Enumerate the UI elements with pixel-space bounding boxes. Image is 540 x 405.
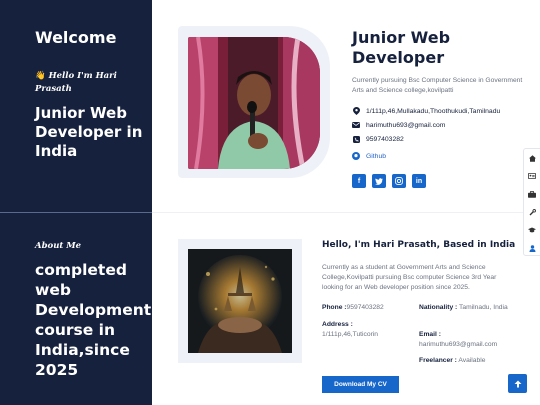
role-heading: Junior Web Developer in India xyxy=(35,104,143,160)
phone-row: 9597403282 xyxy=(352,135,532,143)
social-links: f in xyxy=(352,174,426,188)
about-title: Hello, I'm Hari Prasath, Based in India xyxy=(322,240,516,250)
twitter-icon[interactable] xyxy=(372,174,386,188)
instagram-icon[interactable] xyxy=(392,174,406,188)
facebook-icon[interactable]: f xyxy=(352,174,366,188)
section-divider xyxy=(152,212,540,213)
graduation-cap-icon[interactable] xyxy=(524,221,540,239)
phone-field-label: Phone : xyxy=(322,304,347,311)
briefcase-icon[interactable] xyxy=(524,185,540,203)
profile-photo xyxy=(188,37,320,169)
download-cv-button[interactable]: Download My CV xyxy=(322,376,399,393)
side-nav xyxy=(523,148,540,256)
phone-field-value: 9597403282 xyxy=(346,304,384,311)
address-field: Address : 1/111p,46,Tuticorin xyxy=(322,320,402,340)
github-icon xyxy=(352,152,360,160)
email-row: harimuthu693@gmail.com xyxy=(352,121,532,129)
hero-description: Currently pursuing Bsc Computer Science … xyxy=(352,77,523,94)
arrow-up-icon xyxy=(514,375,522,393)
left-panel: Welcome 👋 Hello I'm Hari Prasath Junior … xyxy=(0,0,152,405)
freelancer-field: Freelancer : Available xyxy=(419,356,485,366)
waving-hand-icon: 👋 xyxy=(35,71,46,81)
address-field-value: 1/111p,46,Tuticorin xyxy=(322,331,379,338)
email-field-label: Email : xyxy=(419,331,441,338)
email-field-value: harimuthu693@gmail.com xyxy=(419,341,498,348)
phone-icon xyxy=(352,135,360,143)
phone-field: Phone :9597403282 xyxy=(322,303,384,313)
scroll-to-top-button[interactable] xyxy=(508,374,527,393)
envelope-icon xyxy=(352,121,360,129)
address-field-label: Address : xyxy=(322,321,353,328)
welcome-heading: Welcome xyxy=(35,28,117,47)
home-icon[interactable] xyxy=(524,149,540,167)
location-pin-icon xyxy=(352,107,360,115)
freelancer-field-label: Freelancer : xyxy=(419,357,457,364)
github-link[interactable]: Github xyxy=(366,153,386,160)
email-value: harimuthu693@gmail.com xyxy=(366,121,446,129)
about-me-summary: completed web Development course in Indi… xyxy=(35,261,152,379)
hello-text: 👋 Hello I'm Hari Prasath xyxy=(35,70,140,96)
tools-icon[interactable] xyxy=(524,203,540,221)
phone-value: 9597403282 xyxy=(366,135,404,143)
about-description: Currently as a student at Government Art… xyxy=(322,264,497,291)
address-row: 1/111p,46,Mullakadu,Thoothukudi,Tamilnad… xyxy=(352,107,532,115)
panel-divider xyxy=(0,212,152,213)
nationality-field: Nationality : Tamilnadu, India xyxy=(419,303,514,313)
nationality-field-value: Tamilnadu, India xyxy=(459,304,508,311)
user-icon[interactable] xyxy=(524,239,540,257)
linkedin-icon[interactable]: in xyxy=(412,174,426,188)
hero-title: Junior Web Developer xyxy=(352,28,451,67)
freelancer-field-value: Available xyxy=(458,357,486,364)
address-value: 1/111p,46,Mullakadu,Thoothukudi,Tamilnad… xyxy=(366,107,501,115)
about-photo xyxy=(188,249,292,353)
about-me-label: About Me xyxy=(35,241,82,251)
hello-label: Hello I'm Hari Prasath xyxy=(35,71,117,94)
github-row[interactable]: Github xyxy=(352,152,532,160)
email-field: Email : harimuthu693@gmail.com xyxy=(419,330,519,350)
nationality-field-label: Nationality : xyxy=(419,304,458,311)
id-card-icon[interactable] xyxy=(524,167,540,185)
